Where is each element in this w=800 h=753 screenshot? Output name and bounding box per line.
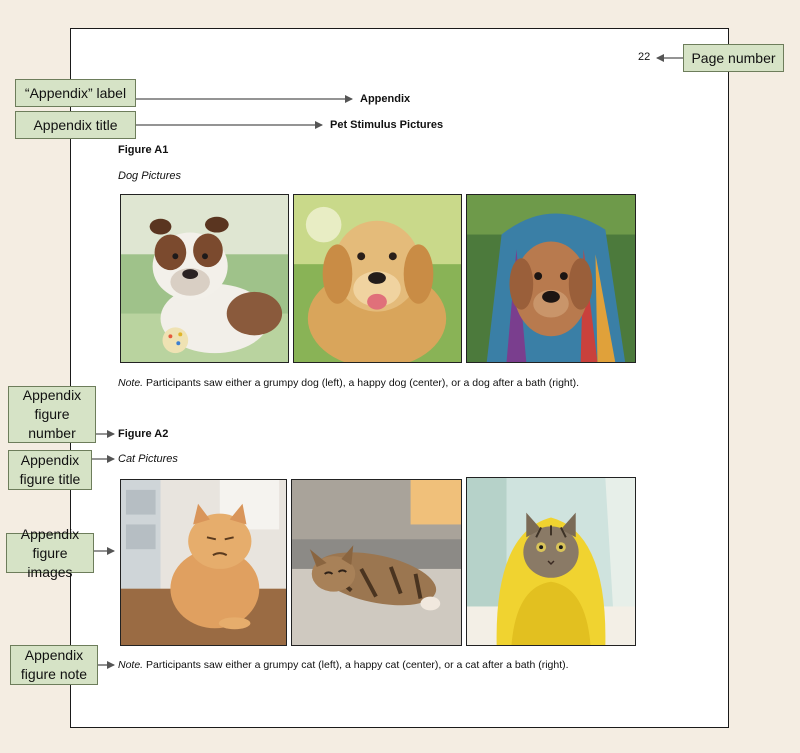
happy-dog-image <box>293 194 462 363</box>
figure-a1-title: Dog Pictures <box>118 170 181 182</box>
callout-appendix-label: “Appendix” label <box>15 79 136 107</box>
bath-cat-image <box>466 477 636 646</box>
bath-dog-illustration <box>467 195 635 362</box>
happy-dog-illustration <box>294 195 461 362</box>
happy-cat-image <box>291 479 462 646</box>
figure-a2-note-label: Note. <box>118 659 144 671</box>
grumpy-cat-image <box>120 479 287 646</box>
figure-a1-note-label: Note. <box>118 377 144 389</box>
appendix-title: Pet Stimulus Pictures <box>330 119 444 131</box>
grumpy-dog-illustration <box>121 195 288 362</box>
callout-page-number: Page number <box>683 44 784 72</box>
figure-a2-note: Note. Participants saw either a grumpy c… <box>118 659 569 671</box>
happy-cat-illustration <box>292 480 461 645</box>
figure-a1-note-text: Participants saw either a grumpy dog (le… <box>143 377 580 389</box>
figure-a1-number: Figure A1 <box>118 144 169 156</box>
page-number: 22 <box>638 51 651 63</box>
figure-a2-number: Figure A2 <box>118 428 169 440</box>
callout-figure-number: Appendix figure number <box>8 386 96 443</box>
callout-figure-note: Appendix figure note <box>10 645 98 685</box>
figure-a1-note: Note. Participants saw either a grumpy d… <box>118 377 579 389</box>
figure-a2-title: Cat Pictures <box>118 453 178 465</box>
callout-figure-images: Appendix figure images <box>6 526 94 580</box>
grumpy-dog-image <box>120 194 289 363</box>
grumpy-cat-illustration <box>121 480 286 645</box>
callout-figure-title: Appendix figure title <box>8 450 92 490</box>
appendix-label: Appendix <box>360 93 411 105</box>
callout-appendix-title: Appendix title <box>15 111 136 139</box>
bath-dog-image <box>466 194 636 363</box>
bath-cat-illustration <box>467 478 635 645</box>
figure-a2-note-text: Participants saw either a grumpy cat (le… <box>143 659 569 671</box>
